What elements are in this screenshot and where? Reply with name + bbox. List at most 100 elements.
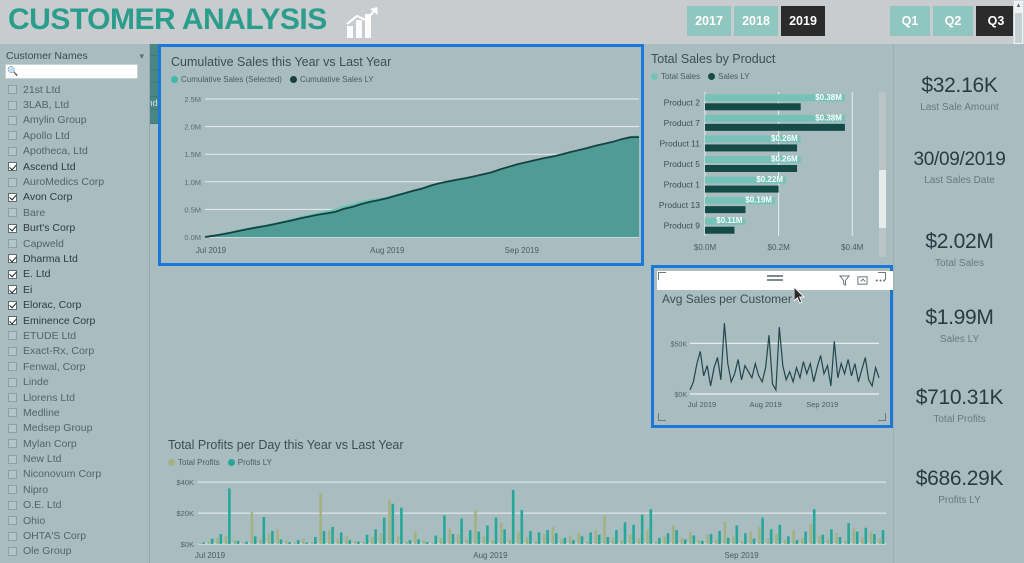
- checkbox-icon[interactable]: [8, 208, 17, 218]
- slicer-item[interactable]: Dharma Ltd: [0, 251, 150, 266]
- kpi-total-sales[interactable]: $2.02M Total Sales: [894, 230, 1024, 269]
- checkbox-icon[interactable]: [8, 239, 17, 249]
- resize-corner-tl[interactable]: [658, 272, 666, 280]
- quarter-chip-q1[interactable]: Q1: [890, 6, 930, 36]
- checkbox-checked-icon[interactable]: [8, 223, 17, 233]
- product-sales-plot[interactable]: Product 2 $0.38M Product 7 $0.38M Product 11…: [645, 86, 893, 266]
- total-profits-per-day-card[interactable]: Total Profits per Day this Year vs Last …: [158, 430, 893, 563]
- slicer-item[interactable]: Capweld: [0, 236, 150, 251]
- slicer-item[interactable]: New Ltd: [0, 451, 150, 466]
- cumulative-sales-plot[interactable]: 0.0M 0.5M 1.0M 1.5M 2.0M 2.5M Jul 2019 Aug 2019…: [161, 89, 647, 267]
- checkbox-checked-icon[interactable]: [8, 254, 17, 264]
- avg-sales-plot[interactable]: $0K $50K Jul 2019 Aug 2019 Sep 2019: [654, 310, 896, 425]
- checkbox-icon[interactable]: [8, 177, 17, 187]
- slicer-item[interactable]: O.E. Ltd: [0, 498, 150, 513]
- resize-corner-br[interactable]: [878, 413, 886, 421]
- slicer-item[interactable]: Exact-Rx, Corp: [0, 344, 150, 359]
- slicer-item[interactable]: 21st Ltd: [0, 82, 150, 97]
- slicer-item[interactable]: Avon Corp: [0, 190, 150, 205]
- kpi-sales-ly[interactable]: $1.99M Sales LY: [894, 306, 1024, 345]
- legend-item-total-sales[interactable]: Total Sales: [651, 72, 700, 81]
- slicer-item[interactable]: Eminence Corp: [0, 313, 150, 328]
- kpi-last-sale-amount[interactable]: $32.16K Last Sale Amount: [894, 74, 1024, 113]
- product-chart-scrollbar[interactable]: [879, 92, 886, 257]
- checkbox-icon[interactable]: [8, 439, 17, 449]
- slicer-item[interactable]: Ei: [0, 282, 150, 297]
- checkbox-icon[interactable]: [8, 423, 17, 433]
- checkbox-checked-icon[interactable]: [8, 300, 17, 310]
- total-sales-by-product-card[interactable]: Total Sales by Product Total Sales Sales…: [645, 44, 893, 266]
- checkbox-icon[interactable]: [8, 362, 17, 372]
- checkbox-icon[interactable]: [8, 500, 17, 510]
- scrollbar-thumb[interactable]: [879, 170, 886, 228]
- checkbox-checked-icon[interactable]: [8, 162, 17, 172]
- filter-funnel-icon[interactable]: [835, 272, 853, 290]
- slicer-item[interactable]: Apotheca, Ltd: [0, 144, 150, 159]
- chevron-down-icon[interactable]: ▾: [139, 51, 144, 62]
- slicer-item[interactable]: Medline: [0, 405, 150, 420]
- year-filter-group[interactable]: 2017 2018 2019: [687, 6, 828, 36]
- checkbox-checked-icon[interactable]: [8, 316, 17, 326]
- slicer-item[interactable]: Elorac, Corp: [0, 297, 150, 312]
- slicer-item[interactable]: Medsep Group: [0, 421, 150, 436]
- legend-item-cumulative-sales-selected[interactable]: Cumulative Sales (Selected): [171, 75, 282, 84]
- legend-item-profits-ly[interactable]: Profits LY: [227, 458, 272, 467]
- avg-sales-per-customer-card[interactable]: Avg Sales per Customer $0K $50K Jul 2019 Au…: [651, 265, 893, 428]
- year-chip-2018[interactable]: 2018: [734, 6, 778, 36]
- quarter-chip-q2[interactable]: Q2: [933, 6, 973, 36]
- checkbox-icon[interactable]: [8, 454, 17, 464]
- checkbox-checked-icon[interactable]: [8, 285, 17, 295]
- slicer-item[interactable]: Burt's Corp: [0, 221, 150, 236]
- visual-toolbar[interactable]: [657, 271, 893, 290]
- focus-mode-icon[interactable]: [853, 272, 871, 290]
- resize-corner-tr[interactable]: [878, 272, 886, 280]
- chevron-up-icon[interactable]: ▲: [1014, 1, 1023, 11]
- slicer-item[interactable]: AuroMedics Corp: [0, 174, 150, 189]
- slicer-item[interactable]: Bare: [0, 205, 150, 220]
- checkbox-icon[interactable]: [8, 408, 17, 418]
- slicer-item[interactable]: Nipro: [0, 482, 150, 497]
- legend-item-total-profits[interactable]: Total Profits: [168, 458, 220, 467]
- checkbox-icon[interactable]: [8, 393, 17, 402]
- profits-per-day-plot[interactable]: $0K $20K $40K Jul 2019 Aug 2019 Sep 2019: [158, 472, 893, 563]
- kpi-total-profits[interactable]: $710.31K Total Profits: [894, 386, 1024, 425]
- slicer-item[interactable]: Linde: [0, 374, 150, 389]
- slicer-item[interactable]: Ascend Ltd: [0, 159, 150, 174]
- year-chip-2019[interactable]: 2019: [781, 6, 825, 36]
- checkbox-icon[interactable]: [8, 469, 17, 479]
- drag-handle-icon[interactable]: [767, 275, 783, 283]
- kpi-profits-ly[interactable]: $686.29K Profits LY: [894, 467, 1024, 506]
- kpi-last-sales-date[interactable]: 30/09/2019 Last Sales Date: [894, 149, 1024, 186]
- slicer-item[interactable]: E. Ltd: [0, 267, 150, 282]
- slicer-item-list[interactable]: 21st Ltd 3LAB, Ltd Amylin Group Apollo Ltd A…: [0, 82, 150, 563]
- slicer-item[interactable]: Amylin Group: [0, 113, 150, 128]
- checkbox-checked-icon[interactable]: [8, 269, 17, 279]
- quarter-filter-group[interactable]: Q1 Q2 Q3 Q4: [890, 6, 1024, 36]
- legend-item-sales-ly[interactable]: Sales LY: [708, 72, 750, 81]
- checkbox-icon[interactable]: [8, 146, 17, 156]
- slicer-item[interactable]: OHTA'S Corp: [0, 528, 150, 543]
- checkbox-icon[interactable]: [8, 546, 17, 556]
- search-input[interactable]: [20, 66, 130, 77]
- quarter-chip-q3[interactable]: Q3: [976, 6, 1016, 36]
- checkbox-icon[interactable]: [8, 85, 17, 95]
- checkbox-icon[interactable]: [8, 516, 17, 526]
- checkbox-icon[interactable]: [8, 377, 17, 387]
- year-chip-2017[interactable]: 2017: [687, 6, 731, 36]
- slicer-item[interactable]: Fenwal, Corp: [0, 359, 150, 374]
- checkbox-icon[interactable]: [8, 531, 17, 541]
- slicer-item[interactable]: Mylan Corp: [0, 436, 150, 451]
- checkbox-icon[interactable]: [8, 346, 17, 356]
- slicer-item[interactable]: ETUDE Ltd: [0, 328, 150, 343]
- checkbox-icon[interactable]: [8, 100, 17, 110]
- checkbox-icon[interactable]: [8, 131, 17, 141]
- resize-corner-bl[interactable]: [658, 413, 666, 421]
- cumulative-sales-card[interactable]: Cumulative Sales this Year vs Last Year …: [158, 44, 644, 266]
- checkbox-checked-icon[interactable]: [8, 192, 17, 202]
- checkbox-icon[interactable]: [8, 331, 17, 341]
- slicer-item[interactable]: 3LAB, Ltd: [0, 97, 150, 112]
- checkbox-icon[interactable]: [8, 115, 17, 125]
- slicer-item[interactable]: Llorens Ltd: [0, 390, 150, 405]
- slicer-item[interactable]: Ohio: [0, 513, 150, 528]
- search-box[interactable]: 🔍: [5, 64, 138, 79]
